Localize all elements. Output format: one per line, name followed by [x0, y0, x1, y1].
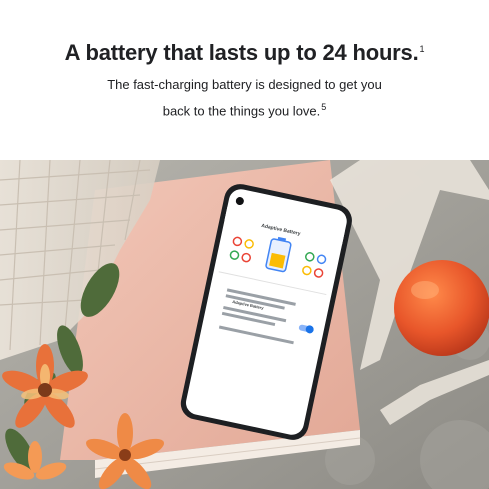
orange-fruit: [394, 260, 489, 356]
headline: A battery that lasts up to 24 hours.1: [64, 40, 425, 65]
product-photo: Adaptive Battery Adaptive Battery: [0, 160, 489, 489]
subheadline: The fast-charging battery is designed to…: [107, 77, 382, 119]
hero-header: A battery that lasts up to 24 hours.1 Th…: [0, 0, 489, 160]
subheadline-line-1: The fast-charging battery is designed to…: [107, 77, 382, 92]
subheadline-line-2: back to the things you love.: [162, 103, 321, 119]
orange-highlight: [411, 281, 439, 299]
scene-illustration: [0, 160, 489, 489]
